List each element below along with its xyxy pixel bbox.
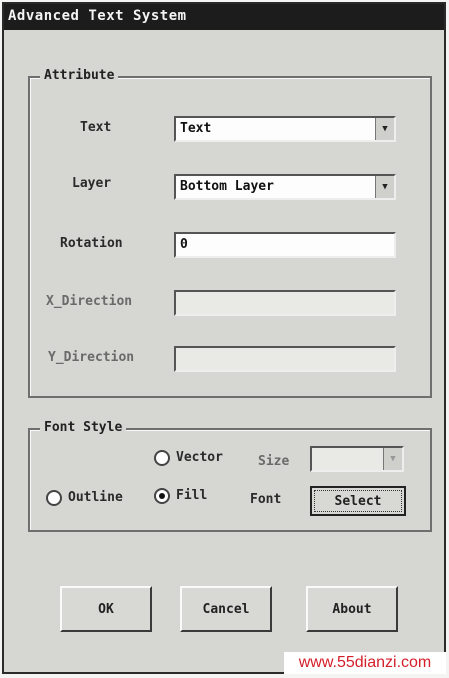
fill-label[interactable]: Fill xyxy=(176,488,207,503)
text-dropdown[interactable]: Text ▼ xyxy=(174,116,396,142)
x-direction-input[interactable] xyxy=(174,290,396,316)
font-style-group: Font Style xyxy=(28,420,432,532)
about-button[interactable]: About xyxy=(306,586,398,632)
vector-radio[interactable] xyxy=(154,450,170,466)
layer-dropdown[interactable]: Bottom Layer ▼ xyxy=(174,174,396,200)
cancel-button[interactable]: Cancel xyxy=(180,586,272,632)
size-dropdown[interactable]: ▼ xyxy=(310,446,404,472)
size-label: Size xyxy=(258,454,290,469)
outline-label[interactable]: Outline xyxy=(68,490,123,505)
chevron-down-icon[interactable]: ▼ xyxy=(375,118,394,140)
attribute-group-label: Attribute xyxy=(40,68,119,83)
rotation-input[interactable]: 0 xyxy=(174,232,396,258)
outline-radio[interactable] xyxy=(46,490,62,506)
font-style-group-label: Font Style xyxy=(40,420,127,435)
rotation-label: Rotation xyxy=(60,236,123,251)
dialog-window: Advanced Text System Attribute Text Text… xyxy=(2,2,446,674)
layer-label: Layer xyxy=(72,176,112,191)
layer-dropdown-value: Bottom Layer xyxy=(180,179,274,194)
fill-radio[interactable] xyxy=(154,488,170,504)
font-label: Font xyxy=(250,492,282,507)
rotation-input-value: 0 xyxy=(180,237,188,252)
text-label: Text xyxy=(80,120,112,135)
title-bar[interactable]: Advanced Text System xyxy=(4,4,444,30)
x-direction-label: X_Direction xyxy=(46,294,133,309)
y-direction-label: Y_Direction xyxy=(48,350,135,365)
chevron-down-icon[interactable]: ▼ xyxy=(383,448,402,470)
ok-button[interactable]: OK xyxy=(60,586,152,632)
watermark: www.55dianzi.com xyxy=(284,652,446,674)
chevron-down-icon[interactable]: ▼ xyxy=(375,176,394,198)
window-title: Advanced Text System xyxy=(8,8,187,24)
select-font-button[interactable]: Select xyxy=(310,486,406,516)
text-dropdown-value: Text xyxy=(180,121,212,136)
y-direction-input[interactable] xyxy=(174,346,396,372)
vector-label[interactable]: Vector xyxy=(176,450,223,465)
